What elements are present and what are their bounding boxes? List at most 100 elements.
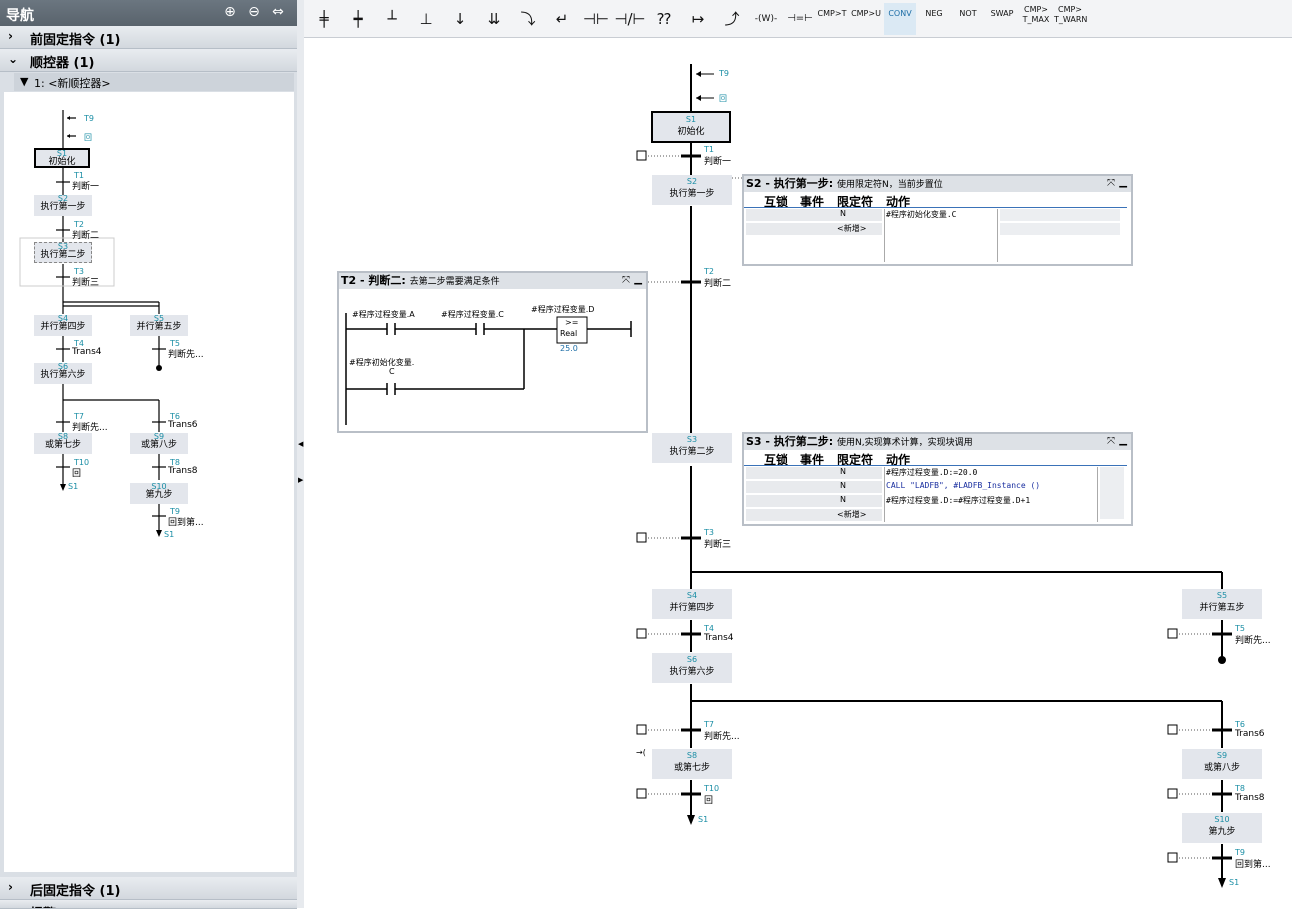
step-number: S4 [686,591,698,600]
overview-step-s4[interactable]: S4 并行第四步 [34,315,92,336]
step-label: 第九步 [145,490,173,500]
step-s6[interactable]: S6 执行第六步 [652,653,732,683]
zoom-in-icon[interactable]: ⊕ [222,4,238,20]
minimize-icon[interactable]: ▁ [634,274,642,285]
insert-step-transition-icon[interactable]: ╪ [308,3,340,35]
close-branch-icon[interactable]: ⤵ [512,3,544,35]
sequence-end-icon[interactable]: ⊥ [410,3,442,35]
compare-contact-icon[interactable]: ⊣=⊢ [784,3,816,35]
navigation-title: 导航 [6,8,34,24]
no-contact-icon[interactable]: ⊣⊢ [580,3,612,35]
zoom-out-icon[interactable]: ⊖ [246,4,262,20]
new-network-icon[interactable]: ↵ [546,3,578,35]
overview-trans-label: 回 [72,469,82,479]
expand-right-icon[interactable]: ▶ [298,476,303,484]
action-cell[interactable]: CALL "LADFB", #LADFB_Instance () [886,481,1040,490]
minimize-icon[interactable]: ▁ [1119,177,1127,188]
step-s8[interactable]: S8 或第七步 [652,749,732,779]
step-s4[interactable]: S4 并行第四步 [652,589,732,619]
cmp-tmax-button[interactable]: CMP> T_MAX [1020,3,1052,35]
popup-subtitle: 去第二步需要满足条件 [409,277,500,287]
compare-value[interactable]: 25.0 [560,344,578,353]
table-row[interactable] [746,495,882,507]
compare-operator: >= [565,318,579,327]
compare-operand[interactable]: #程序过程变量.D [531,304,594,315]
action-cell[interactable]: #程序过程变量.D:=20.0 [886,467,977,478]
step-number: S6 [686,655,698,664]
step-number: S3 [686,435,698,444]
add-new-cell[interactable]: <新增> [837,509,866,520]
pin-icon[interactable]: ⤧ [1107,436,1115,447]
cmp-u-button[interactable]: CMP>U [850,3,882,35]
overview-step-s6[interactable]: S6 执行第六步 [34,363,92,384]
action-cell[interactable]: #程序过程变量.D:=#程序过程变量.D+1 [886,495,1030,506]
action-cell[interactable]: #程序初始化变量.C [886,209,956,220]
overview-step-s1[interactable]: S1 初始化 [34,148,90,168]
table-row[interactable] [746,209,882,221]
step-label: 并行第五步 [1199,603,1245,613]
table-row[interactable] [746,467,882,479]
branch-icon[interactable]: ⇊ [478,3,510,35]
insert-transition-icon[interactable]: ┴ [376,3,408,35]
minimize-icon[interactable]: ▁ [1119,435,1127,446]
conv-button[interactable]: CONV [884,3,916,35]
overview-step-s10[interactable]: S10 第九步 [130,483,188,504]
column-divider [884,467,885,522]
overview-step-s5[interactable]: S5 并行第五步 [130,315,188,336]
sequencer-tree-header[interactable]: ▼ 1: <新顺控器> [14,73,294,91]
overview-step-s8[interactable]: S8 或第七步 [34,433,92,454]
nc-contact-icon[interactable]: ⊣/⊢ [614,3,646,35]
qualifier-cell[interactable]: N [840,481,846,490]
collapse-left-icon[interactable]: ◀ [298,440,303,448]
qualifier-cell[interactable]: N [840,495,846,504]
compare-type[interactable]: Real [560,329,577,338]
chevron-right-icon: › [8,29,13,43]
step-s1[interactable]: S1 初始化 [651,111,731,143]
step-s3[interactable]: S3 执行第二步 [652,433,732,463]
qualifier-cell[interactable]: N [840,467,846,476]
jump-icon[interactable]: ↓ [444,3,476,35]
overview-step-s9[interactable]: S9 或第八步 [130,433,188,454]
popup-subtitle: 使用N,实现算术计算，实现块调用 [837,438,973,448]
sequencer-overview[interactable]: T9 回 S1 初始化 T1 判断一 S2 执行第一步 T2 判断二 S3 执行… [4,92,294,872]
transition-number: T10 [704,784,720,793]
step-label: 或第八步 [140,440,177,450]
sequencer-editor[interactable]: T9 回 S1 初始化 T1 判断一 S2 执行第一步 T2 判断二 S3 执行… [304,38,1292,908]
step-s9[interactable]: S9 或第八步 [1182,749,1262,779]
qualifier-cell[interactable]: N [840,209,846,218]
pin-icon[interactable]: ⤧ [622,275,630,286]
fit-width-icon[interactable]: ⇔ [270,4,286,20]
cmp-t-button[interactable]: CMP>T [816,3,848,35]
contact-operand[interactable]: #程序初始化变量. [349,357,414,368]
cmp-twarn-button[interactable]: CMP> T_WARN [1054,3,1087,35]
open-branch-icon[interactable]: ↦ [682,3,714,35]
overview-step-s3[interactable]: S3 执行第二步 [34,242,92,263]
step-s2-popup[interactable]: S2 - 执行第一步: 使用限定符N，当前步置位 ⤧ ▁ 互锁 事件 限定符 动… [742,174,1133,266]
pin-icon[interactable]: ⤧ [1107,178,1115,189]
overview-trans-label: 判断先... [72,423,108,433]
swap-button[interactable]: SWAP [986,3,1018,35]
popup-title: T2 - 判断二: [341,274,406,287]
neg-button[interactable]: NEG [918,3,950,35]
close-branch2-icon[interactable]: ⤴ [716,3,748,35]
jump-target-label: S1 [698,815,709,824]
section-sequencer[interactable]: ⌄ 顺控器 (1) [0,49,297,72]
contact-operand[interactable]: #程序过程变量.A [352,309,415,320]
coil-icon[interactable]: -(W)- [750,3,782,35]
step-s10[interactable]: S10 第九步 [1182,813,1262,843]
contact-operand[interactable]: #程序过程变量.C [441,309,504,320]
empty-box-icon[interactable]: ⁇ [648,3,680,35]
transition-t2-popup[interactable]: T2 - 判断二: 去第二步需要满足条件 ⤧ ▁ #程序过程变量.A #程序过程… [337,271,648,433]
header-divider [744,207,1127,208]
step-s3-popup[interactable]: S3 - 执行第二步: 使用N,实现算术计算，实现块调用 ⤧ ▁ 互锁 事件 限… [742,432,1133,526]
section-fixed-before[interactable]: › 前固定指令 (1) [0,26,297,49]
insert-step-icon[interactable]: ┿ [342,3,374,35]
section-fixed-after[interactable]: › 后固定指令 (1) [0,877,297,900]
table-row[interactable] [746,481,882,493]
overview-step-s2[interactable]: S2 执行第一步 [34,195,92,216]
step-s5[interactable]: S5 并行第五步 [1182,589,1262,619]
add-new-cell[interactable]: <新增> [837,223,866,234]
button-label: CMP> [1023,5,1048,14]
step-s2[interactable]: S2 执行第一步 [652,175,732,205]
not-button[interactable]: NOT [952,3,984,35]
